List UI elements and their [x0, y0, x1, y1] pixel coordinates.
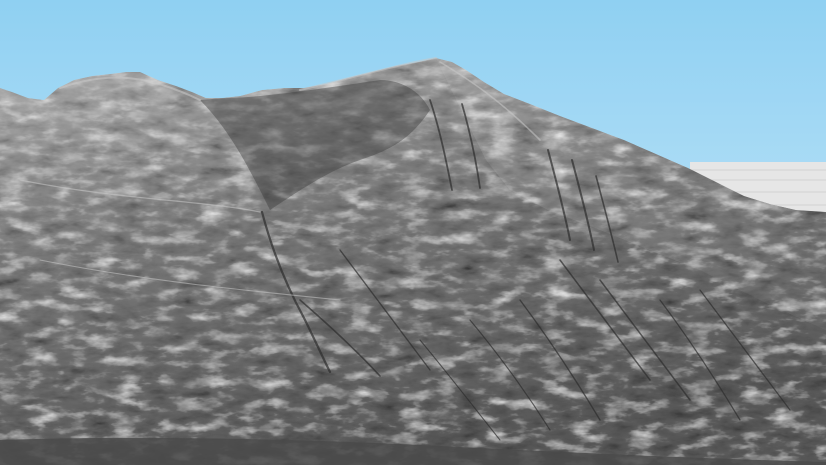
terrain-view [0, 0, 826, 465]
terrain-render [0, 0, 826, 465]
